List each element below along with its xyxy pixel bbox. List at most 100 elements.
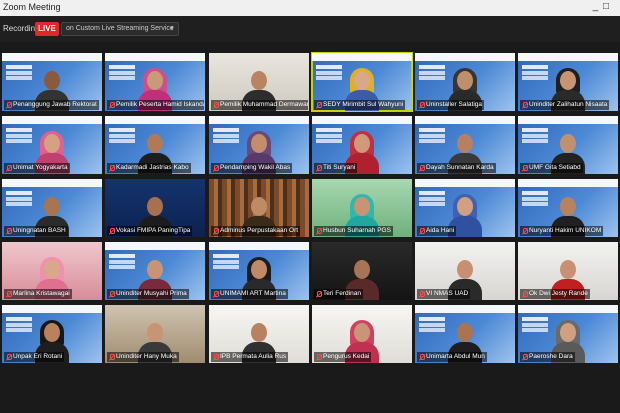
participant-tile[interactable]: Teri Ferdinan — [312, 242, 412, 300]
participant-tile[interactable]: Pemilik Muhammad Dermawan — [209, 53, 309, 111]
participant-tile[interactable]: Marlina Kristawagai — [2, 242, 102, 300]
participant-name: Marlina Kristawagai — [13, 290, 70, 297]
mic-muted-icon — [109, 228, 115, 234]
mic-muted-icon — [316, 228, 322, 234]
participant-tile[interactable]: Pengurus Kedai — [312, 305, 412, 363]
participant-name-label: Paeroshe Dara — [520, 352, 575, 362]
participant-tile[interactable]: Penanggung Jawab Rektorat — [2, 53, 102, 111]
participant-name: Ok Dwi Jesty Rande — [529, 290, 588, 297]
mic-muted-icon — [419, 291, 425, 297]
face-shape — [44, 134, 60, 153]
participant-name: Unimarta Abdul Mun — [426, 353, 485, 360]
participant-tile[interactable]: Paeroshe Dara — [518, 305, 618, 363]
participant-name: Vokasi FMIPA PaningTipa — [116, 227, 191, 234]
face-shape — [457, 197, 473, 216]
participant-tile[interactable]: Titi Suryani — [312, 116, 412, 174]
participant-name-label: Dayah Sunnatan Karda — [417, 163, 496, 173]
participant-tile[interactable]: Aida Hani — [415, 179, 515, 237]
participant-tile[interactable]: Adminus Perpustakaan Ort — [209, 179, 309, 237]
participant-name-label: Uningnatan BASH — [4, 226, 68, 236]
face-shape — [354, 323, 370, 342]
participant-tile[interactable]: UNIMAMI ART Martina — [209, 242, 309, 300]
participant-tile[interactable]: Unpak Eri Rotani — [2, 305, 102, 363]
participant-name: Kadarmadi Jastrias Kabo — [116, 164, 189, 171]
recording-bar: Recording LIVE on Custom Live Streaming … — [0, 16, 620, 42]
face-shape — [44, 197, 60, 216]
participant-tile[interactable]: Husbun Suharnah PGS — [312, 179, 412, 237]
participant-tile[interactable]: Ok Dwi Jesty Rande — [518, 242, 618, 300]
participant-tile[interactable]: Uninditer Zalihatun Nisaata — [518, 53, 618, 111]
participant-name: Uninditer Hany Muka — [116, 353, 177, 360]
mic-muted-icon — [522, 228, 528, 234]
participant-tile[interactable]: Nuryanti Hakim UNIKOM — [518, 179, 618, 237]
participant-name: Teri Ferdinan — [323, 290, 361, 297]
participant-tile[interactable]: Uningnatan BASH — [2, 179, 102, 237]
video-gallery: Penanggung Jawab Rektorat Pemilik Peserta… — [0, 52, 620, 364]
participant-tile[interactable]: Uninditer Hany Muka — [105, 305, 205, 363]
mic-muted-icon — [316, 354, 322, 360]
participant-tile[interactable]: Unimat Yogyakarta — [2, 116, 102, 174]
mic-muted-icon — [419, 354, 425, 360]
participant-tile[interactable]: SEDY Mirimbit Sul Wahyuni — [311, 52, 413, 112]
participant-name: Uningnatan BASH — [13, 227, 66, 234]
participant-name: Titi Suryani — [323, 164, 356, 171]
participant-name: Uninditer Musyahi Prima — [116, 290, 187, 297]
face-shape — [251, 197, 267, 216]
participant-name: Aida Hani — [426, 227, 455, 234]
face-shape — [251, 134, 267, 153]
participant-name-label: Pendamping Wakil Abas — [211, 163, 293, 173]
face-shape — [354, 71, 370, 90]
face-shape — [251, 260, 267, 279]
face-shape — [44, 71, 60, 90]
participant-tile[interactable]: Uninditer Musyahi Prima — [105, 242, 205, 300]
mic-muted-icon — [213, 165, 219, 171]
participant-name-label: Titi Suryani — [314, 163, 358, 173]
mic-muted-icon — [109, 291, 115, 297]
participant-name-label: Nuryanti Hakim UNIKOM — [520, 226, 604, 236]
participant-name: IPB Permata Aulia Rus — [220, 353, 287, 360]
participant-tile[interactable]: Kadarmadi Jastrias Kabo — [105, 116, 205, 174]
face-shape — [354, 260, 370, 279]
participant-name-label: Uninstaller Salatiga — [417, 100, 485, 110]
participant-tile[interactable]: VI NMAS UAD — [415, 242, 515, 300]
mic-muted-icon — [6, 102, 12, 108]
participant-name-label: Pemilik Peserta Hamid Iskandar — [107, 100, 204, 110]
live-stream-dropdown[interactable]: on Custom Live Streaming Service ▼ — [61, 22, 179, 36]
participant-name-label: Adminus Perpustakaan Ort — [211, 226, 301, 236]
participant-name-label: IPB Permata Aulia Rus — [211, 352, 289, 362]
participant-name-label: Marlina Kristawagai — [4, 289, 72, 299]
participant-tile[interactable]: IPB Permata Aulia Rus — [209, 305, 309, 363]
window-title: Zoom Meeting — [3, 2, 61, 12]
participant-name: Uninditer Zalihatun Nisaata — [529, 101, 608, 108]
participant-tile[interactable]: Pemilik Peserta Hamid Iskandar — [105, 53, 205, 111]
face-shape — [251, 323, 267, 342]
participant-name: Dayah Sunnatan Karda — [426, 164, 494, 171]
participant-tile[interactable]: Unimarta Abdul Mun — [415, 305, 515, 363]
participant-tile[interactable]: Pendamping Wakil Abas — [209, 116, 309, 174]
participant-name: Pendamping Wakil Abas — [220, 164, 291, 171]
face-shape — [147, 260, 163, 279]
participant-name: Unimat Yogyakarta — [13, 164, 68, 171]
participant-name-label: Pemilik Muhammad Dermawan — [211, 100, 308, 110]
participant-name: UMF Gita Setiabd — [529, 164, 581, 171]
participant-name-label: Unimat Yogyakarta — [4, 163, 70, 173]
chevron-down-icon: ▼ — [169, 26, 175, 32]
face-shape — [147, 71, 163, 90]
participant-name: Pengurus Kedai — [323, 353, 370, 360]
participant-tile[interactable]: Uninstaller Salatiga — [415, 53, 515, 111]
participant-tile[interactable]: UMF Gita Setiabd — [518, 116, 618, 174]
participant-name: VI NMAS UAD — [426, 290, 469, 297]
face-shape — [354, 134, 370, 153]
face-shape — [457, 323, 473, 342]
mic-muted-icon — [522, 102, 528, 108]
participant-name: Adminus Perpustakaan Ort — [220, 227, 299, 234]
participant-name-label: Unpak Eri Rotani — [4, 352, 65, 362]
participant-name: Pemilik Muhammad Dermawan — [220, 101, 308, 108]
participant-tile[interactable]: Vokasi FMIPA PaningTipa — [105, 179, 205, 237]
window-controls[interactable]: _ □ — [593, 1, 610, 12]
participant-name: Penanggung Jawab Rektorat — [13, 101, 97, 108]
title-bar: Zoom Meeting _ □ — [0, 0, 620, 16]
face-shape — [147, 323, 163, 342]
participant-tile[interactable]: Dayah Sunnatan Karda — [415, 116, 515, 174]
live-badge[interactable]: LIVE — [35, 22, 59, 36]
